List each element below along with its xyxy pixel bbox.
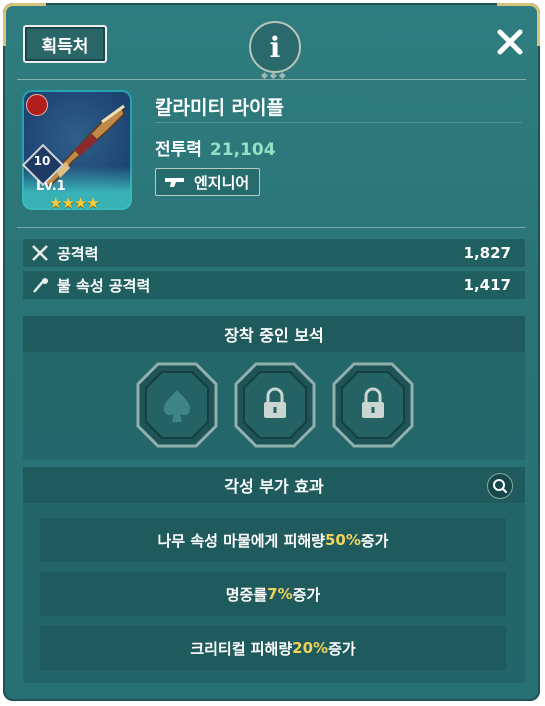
info-icon[interactable]: i <box>249 21 301 73</box>
magnifier-icon[interactable] <box>487 473 513 499</box>
awakening-effect-row: 나무 속성 마물에게 피해량 50% 증가 <box>40 518 506 562</box>
power-label: 전투력 <box>155 140 202 160</box>
item-detail-panel: 획득처 i ◆◆◆ 10 Lv.1 ★★★★ 칼라미티 라이플 전투력 21,10… <box>3 3 540 701</box>
combat-power: 전투력 21,104 <box>155 135 276 160</box>
fire-sword-icon <box>33 278 48 293</box>
awakening-effects-header: 각성 부가 효과 <box>23 467 525 503</box>
stat-value: 1,417 <box>463 276 511 294</box>
gem-slot-locked[interactable] <box>234 362 316 448</box>
gun-icon <box>165 178 184 187</box>
awakening-effect-row: 크리티컬 피해량 20% 증가 <box>40 626 506 670</box>
stat-label: 불 속성 공격력 <box>57 276 151 295</box>
effect-value: 20% <box>292 639 329 657</box>
close-icon[interactable] <box>493 25 527 59</box>
divider <box>17 79 526 80</box>
stat-label: 공격력 <box>57 244 99 263</box>
equipped-gems-header: 장착 중인 보석 <box>23 316 525 352</box>
level-text: Lv.1 <box>36 179 66 194</box>
fire-element-icon <box>26 94 48 116</box>
star-rating: ★★★★ <box>49 194 100 210</box>
source-button[interactable]: 획득처 <box>23 25 107 63</box>
divider <box>155 122 522 123</box>
stat-row-attack: 공격력 1,827 <box>23 239 525 267</box>
item-icon-card: 10 Lv.1 ★★★★ <box>22 90 132 210</box>
awakening-title: 각성 부가 효과 <box>224 477 324 496</box>
class-tag: 엔지니어 <box>155 168 261 196</box>
gem-slot-empty[interactable] <box>136 362 218 448</box>
awakening-effect-row: 명중률 7% 증가 <box>40 572 506 616</box>
class-label: 엔지니어 <box>194 173 250 192</box>
stat-value: 1,827 <box>463 244 511 262</box>
effect-value: 7% <box>267 585 293 603</box>
gem-slot-locked[interactable] <box>332 362 414 448</box>
effect-value: 50% <box>324 531 361 549</box>
power-value: 21,104 <box>209 140 276 160</box>
divider <box>17 227 526 228</box>
crossed-swords-icon <box>32 245 48 261</box>
item-name: 칼라미티 라이플 <box>155 97 284 119</box>
level-number: 10 <box>33 154 51 168</box>
stat-row-fire-attack: 불 속성 공격력 1,417 <box>23 271 525 299</box>
